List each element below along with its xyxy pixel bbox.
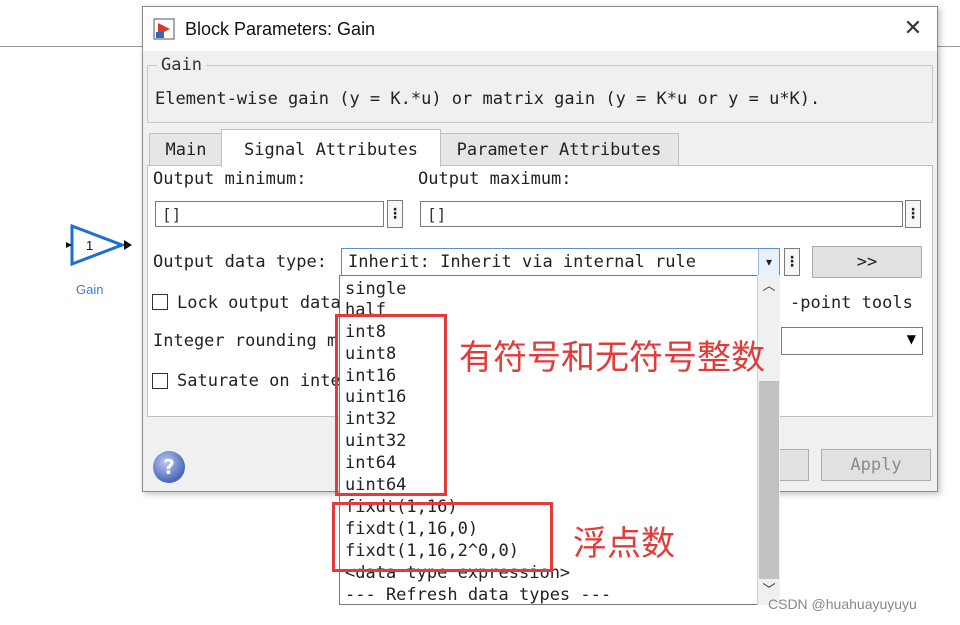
output-data-type-label: Output data type: (153, 252, 327, 272)
tab-signal-attributes[interactable]: Signal Attributes (221, 129, 441, 167)
data-type-options-button[interactable]: ⋮ (784, 248, 800, 276)
float-types-highlight (332, 502, 553, 572)
simulink-app-icon (153, 18, 175, 40)
chevron-up-icon[interactable]: ︿ (758, 277, 780, 297)
output-maximum-options-button[interactable]: ⋮ (905, 200, 921, 228)
scrollbar-thumb[interactable] (759, 381, 779, 579)
tab-parameter-attributes[interactable]: Parameter Attributes (439, 133, 679, 166)
saturate-checkbox[interactable] (152, 373, 168, 389)
chevron-down-icon: ▼ (906, 332, 916, 346)
chevron-down-icon[interactable]: ▾ (758, 249, 779, 275)
saturate-label: Saturate on inte (177, 371, 341, 391)
cancel-button-partial[interactable] (775, 449, 809, 481)
apply-button[interactable]: Apply (821, 449, 931, 481)
gain-block[interactable]: 1 (64, 222, 132, 268)
integer-types-highlight (335, 314, 447, 496)
output-data-type-value: Inherit: Inherit via internal rule (348, 252, 696, 272)
output-maximum-field[interactable]: [] (420, 201, 903, 227)
integer-types-annotation: 有符号和无符号整数 (459, 338, 765, 378)
gain-block-value: 1 (86, 238, 93, 253)
output-minimum-options-button[interactable]: ⋮ (387, 200, 403, 228)
show-data-type-assistant-button[interactable]: >> (812, 246, 922, 278)
float-types-annotation: 浮点数 (573, 524, 675, 564)
fixed-point-tools-label: -point tools (790, 293, 913, 313)
output-maximum-label: Output maximum: (418, 169, 572, 189)
dropdown-scrollbar[interactable]: ︿ ﹀ (757, 275, 780, 605)
lock-output-checkbox[interactable] (152, 294, 168, 310)
output-minimum-field[interactable]: [] (155, 201, 384, 227)
title-bar: Block Parameters: Gain ✕ (143, 7, 937, 51)
dialog-title: Block Parameters: Gain (185, 19, 376, 39)
output-data-type-select[interactable]: Inherit: Inherit via internal rule ▾ (341, 248, 780, 276)
dropdown-option[interactable]: single (345, 278, 406, 300)
integer-rounding-label: Integer rounding m (153, 331, 338, 351)
group-title: Gain (157, 55, 206, 75)
gain-block-label: Gain (76, 282, 104, 297)
watermark: CSDN @huahuayuyuyu (768, 596, 917, 612)
tab-main[interactable]: Main (149, 133, 223, 166)
integer-rounding-select[interactable]: ▼ (781, 327, 923, 355)
lock-output-label: Lock output data (177, 293, 341, 313)
output-minimum-label: Output minimum: (153, 169, 307, 189)
block-description: Element-wise gain (y = K.*u) or matrix g… (155, 89, 821, 109)
dropdown-option[interactable]: --- Refresh data types --- (345, 584, 611, 606)
close-icon[interactable]: ✕ (899, 15, 927, 43)
help-icon[interactable]: ? (153, 451, 185, 483)
